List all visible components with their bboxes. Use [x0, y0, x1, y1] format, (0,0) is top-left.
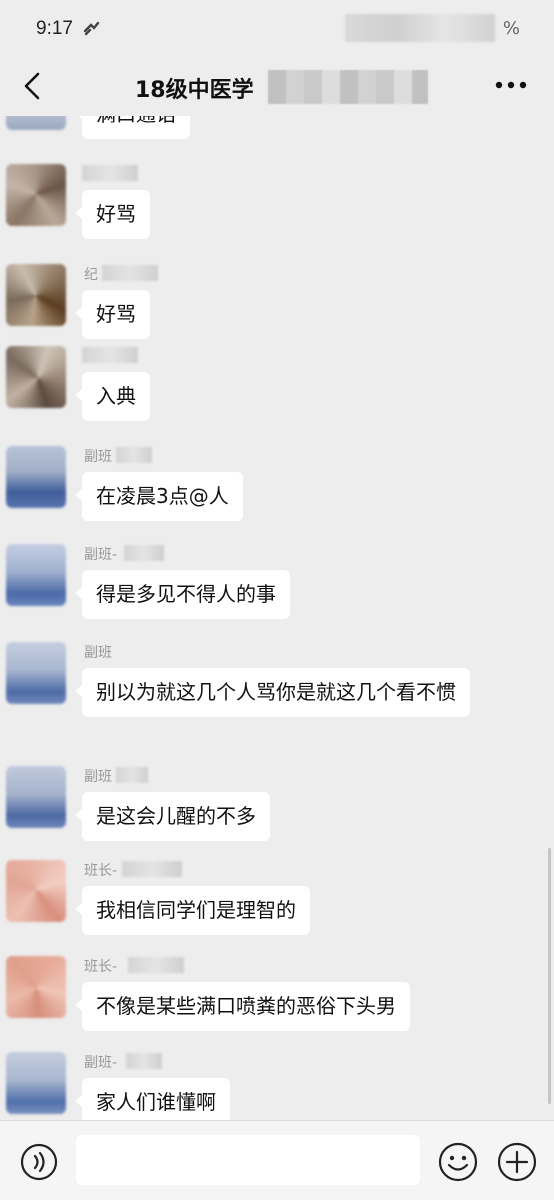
sender-name: 副班: [84, 449, 112, 465]
sender-name-blurred: [126, 1053, 162, 1069]
notification-icon: [83, 21, 100, 36]
message-text: 满口通话: [96, 116, 176, 126]
sender-name-blurred: [82, 347, 138, 363]
status-bar: 9:17 %: [0, 0, 554, 58]
sender-name-blurred: [82, 165, 138, 181]
avatar[interactable]: [6, 346, 66, 408]
message-row: 纪 好骂: [0, 264, 554, 354]
avatar[interactable]: [6, 264, 66, 326]
plus-icon[interactable]: [496, 1141, 538, 1183]
message-bubble[interactable]: 在凌晨3点@人: [75, 472, 243, 521]
message-bubble[interactable]: 不像是某些满口喷粪的恶俗下头男: [75, 982, 410, 1031]
message-text: 家人们谁懂啊: [96, 1090, 216, 1114]
sender-name-blurred: [116, 767, 148, 783]
emoji-icon[interactable]: [437, 1141, 479, 1183]
message-row: 班长- 不像是某些满口喷粪的恶俗下头男: [0, 956, 554, 1046]
more-dots-icon[interactable]: [494, 80, 528, 90]
nav-bar: 18级中医学: [0, 58, 554, 116]
sender-name-blurred: [122, 861, 182, 877]
message-bubble[interactable]: 得是多见不得人的事: [75, 570, 290, 619]
chevron-left-icon[interactable]: [18, 70, 46, 102]
title-blurred-region: [268, 70, 428, 104]
avatar[interactable]: [6, 1052, 66, 1114]
avatar[interactable]: [6, 766, 66, 828]
message-bubble[interactable]: 别以为就这几个人骂你是就这几个看不惯: [75, 668, 470, 717]
avatar[interactable]: [6, 956, 66, 1018]
sender-name-blurred: [102, 265, 158, 281]
sender-name: 副班-: [84, 1055, 118, 1071]
message-row: 好骂: [0, 164, 554, 254]
message-bubble[interactable]: 好骂: [75, 190, 150, 239]
message-bubble[interactable]: 家人们谁懂啊: [75, 1078, 230, 1120]
message-text: 别以为就这几个人骂你是就这几个看不惯: [96, 680, 456, 704]
avatar[interactable]: [6, 860, 66, 922]
message-bubble[interactable]: 是这会儿醒的不多: [75, 792, 270, 841]
sender-name: 班长-: [84, 863, 118, 879]
message-bubble[interactable]: 满口通话: [75, 116, 190, 139]
status-time: 9:17: [36, 18, 73, 39]
sender-name: 纪: [84, 267, 98, 283]
sender-name-blurred: [128, 957, 184, 973]
status-indicators-blurred: [345, 14, 495, 42]
sender-name-blurred: [116, 447, 152, 463]
message-row: 副班 是这会儿醒的不多: [0, 766, 554, 856]
message-bubble[interactable]: 我相信同学们是理智的: [75, 886, 310, 935]
message-text: 在凌晨3点@人: [96, 484, 229, 508]
message-input[interactable]: [76, 1135, 420, 1185]
chat-screen: 9:17 % 18级中医学 满口通话: [0, 0, 554, 1200]
message-row: 副班- 得是多见不得人的事: [0, 544, 554, 634]
message-row: 入典: [0, 346, 554, 436]
message-row: 班长- 我相信同学们是理智的: [0, 860, 554, 950]
message-row: 副班 别以为就这几个人骂你是就这几个看不惯: [0, 642, 554, 760]
voice-icon[interactable]: [20, 1143, 58, 1181]
message-text: 好骂: [96, 202, 136, 226]
avatar[interactable]: [6, 164, 66, 226]
message-text: 是这会儿醒的不多: [96, 804, 256, 828]
avatar[interactable]: [6, 116, 66, 130]
sender-name-blurred: [124, 545, 164, 561]
battery-text: %: [502, 18, 520, 39]
scroll-indicator[interactable]: [548, 848, 551, 1104]
avatar[interactable]: [6, 544, 66, 606]
chat-title: 18级中医学: [135, 78, 254, 103]
sender-name: 副班: [84, 769, 112, 785]
message-row: 副班 在凌晨3点@人: [0, 446, 554, 536]
message-text: 不像是某些满口喷粪的恶俗下头男: [96, 994, 396, 1018]
message-text: 好骂: [96, 302, 136, 326]
message-text: 得是多见不得人的事: [96, 582, 276, 606]
message-text: 我相信同学们是理智的: [96, 898, 296, 922]
input-bar: [0, 1120, 554, 1200]
message-bubble[interactable]: 好骂: [75, 290, 150, 339]
message-bubble[interactable]: 入典: [75, 372, 150, 421]
avatar[interactable]: [6, 446, 66, 508]
message-text: 入典: [96, 384, 136, 408]
message-row: 副班- 家人们谁懂啊: [0, 1052, 554, 1120]
sender-name: 班长-: [84, 959, 118, 975]
sender-name: 副班-: [84, 547, 118, 563]
sender-name: 副班: [84, 645, 112, 661]
avatar[interactable]: [6, 642, 66, 704]
message-list[interactable]: 满口通话 好骂 纪 好骂: [0, 116, 554, 1120]
